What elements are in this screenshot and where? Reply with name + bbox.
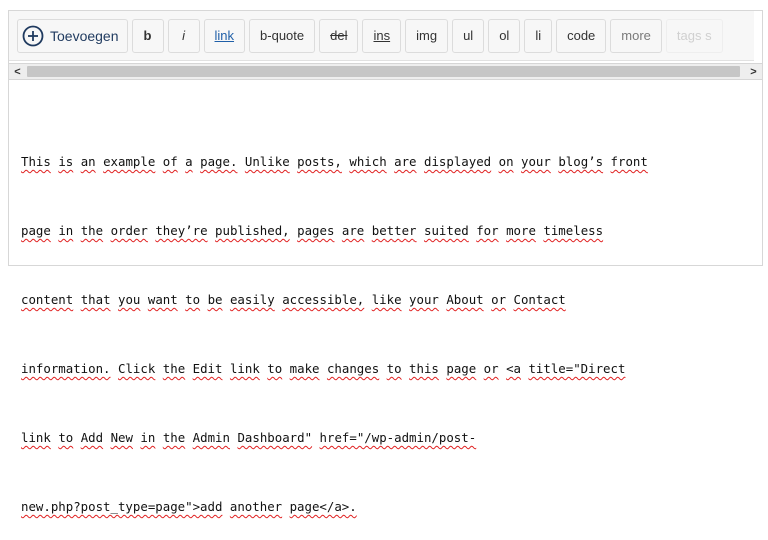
spellcheck-word: published,: [215, 223, 290, 238]
spellcheck-word: the: [80, 223, 104, 238]
spellcheck-word: Click: [118, 361, 156, 376]
spellcheck-word: Add: [80, 430, 104, 445]
spellcheck-word: to: [58, 430, 74, 445]
spellcheck-word: want: [147, 292, 178, 307]
tags-button[interactable]: tags s: [665, 18, 723, 53]
spellcheck-word: suited: [423, 223, 469, 238]
spellcheck-word: to: [386, 361, 402, 376]
spellcheck-word: on: [498, 154, 514, 169]
text-line: page in the order they’re published, pag…: [21, 219, 756, 242]
spellcheck-word: in: [58, 223, 74, 238]
spellcheck-word: Unlike: [244, 154, 290, 169]
spellcheck-word: page</a>.: [289, 499, 357, 514]
ol-button[interactable]: ol: [488, 18, 521, 53]
add-media-button[interactable]: Toevoegen: [17, 18, 128, 53]
quicktags-toolbar: Toevoegen b i link b-quote del ins img u…: [9, 11, 754, 61]
spellcheck-word: front: [610, 154, 648, 169]
spellcheck-word: you: [118, 292, 141, 307]
scrollbar-thumb[interactable]: [27, 66, 740, 77]
spellcheck-word: easily: [229, 292, 275, 307]
spellcheck-word: that: [80, 292, 111, 307]
spellcheck-word: another: [229, 499, 283, 514]
spellcheck-word: blog’s: [558, 154, 604, 169]
spellcheck-word: This: [21, 154, 51, 169]
spellcheck-word: Admin: [192, 430, 230, 445]
ul-button[interactable]: ul: [452, 18, 485, 53]
spellcheck-word: accessible,: [282, 292, 365, 307]
blockquote-button[interactable]: b-quote: [249, 18, 316, 53]
add-media-label: Toevoegen: [50, 27, 119, 44]
spellcheck-word: the: [162, 430, 186, 445]
scroll-left-arrow-icon[interactable]: <: [9, 64, 26, 79]
spellcheck-word: href="/wp-admin/post-: [319, 430, 477, 445]
spellcheck-word: are: [341, 223, 365, 238]
spellcheck-word: information.: [21, 361, 111, 376]
spellcheck-word: like: [371, 292, 402, 307]
link-button[interactable]: link: [203, 18, 246, 53]
spellcheck-word: posts,: [297, 154, 342, 169]
img-button[interactable]: img: [405, 18, 449, 53]
spellcheck-word: example: [103, 154, 156, 169]
spellcheck-word: or: [483, 361, 499, 376]
spellcheck-word: to: [185, 292, 201, 307]
spellcheck-word: About: [446, 292, 484, 307]
spellcheck-word: order: [110, 223, 148, 238]
spellcheck-word: timeless: [543, 223, 604, 238]
spellcheck-word: they’re: [155, 223, 208, 238]
spellcheck-word: your: [409, 292, 439, 307]
spellcheck-word: new.php?post_type=page">add: [21, 499, 223, 514]
spellcheck-word: or: [491, 292, 507, 307]
plus-circle-icon: [22, 25, 44, 46]
spellcheck-word: your: [521, 154, 551, 169]
spellcheck-word: Contact: [513, 292, 566, 307]
spellcheck-word: is: [58, 154, 74, 169]
spellcheck-word: the: [162, 361, 186, 376]
spellcheck-word: link: [229, 361, 260, 376]
spellcheck-word: page: [21, 223, 51, 238]
italic-button[interactable]: i: [167, 18, 200, 53]
spellcheck-word: Dashboard": [237, 430, 313, 445]
text-line: content that you want to be easily acces…: [21, 288, 756, 311]
more-button[interactable]: more: [610, 18, 662, 53]
spellcheck-word: Edit: [192, 361, 223, 376]
spellcheck-word: title="Direct: [528, 361, 626, 376]
spellcheck-word: in: [140, 430, 156, 445]
spellcheck-word: better: [371, 223, 417, 238]
spellcheck-word: more: [506, 223, 536, 238]
spellcheck-word: which: [349, 154, 387, 169]
spellcheck-word: an: [80, 154, 96, 169]
del-button[interactable]: del: [319, 18, 359, 53]
spellcheck-word: are: [394, 154, 417, 169]
editor-textarea[interactable]: This is an example of a page. Unlike pos…: [21, 104, 756, 540]
spellcheck-word: of: [162, 154, 178, 169]
bold-button[interactable]: b: [131, 18, 164, 53]
spellcheck-word: this: [409, 361, 439, 376]
spellcheck-word: pages: [297, 223, 335, 238]
text-line: new.php?post_type=page">add another page…: [21, 495, 756, 518]
text-line: link to Add New in the Admin Dashboard" …: [21, 426, 756, 449]
spellcheck-word: to: [267, 361, 283, 376]
spellcheck-word: page: [446, 361, 477, 376]
spellcheck-word: for: [476, 223, 499, 238]
spellcheck-word: page.: [200, 154, 238, 169]
spellcheck-word: be: [207, 292, 223, 307]
spellcheck-word: content: [21, 292, 74, 307]
spellcheck-word: <a: [506, 361, 521, 376]
spellcheck-word: a: [185, 154, 193, 169]
li-button[interactable]: li: [524, 18, 553, 53]
spellcheck-word: New: [110, 430, 133, 445]
spellcheck-word: changes: [326, 361, 380, 376]
spellcheck-word: displayed: [424, 154, 492, 169]
ins-button[interactable]: ins: [362, 18, 402, 53]
code-button[interactable]: code: [556, 18, 607, 53]
horizontal-scrollbar[interactable]: < >: [9, 63, 762, 80]
text-editor: Toevoegen b i link b-quote del ins img u…: [8, 10, 763, 514]
text-line: This is an example of a page. Unlike pos…: [21, 150, 756, 173]
spellcheck-word: make: [289, 361, 320, 376]
spellcheck-word: link: [21, 430, 51, 445]
scroll-right-arrow-icon[interactable]: >: [745, 64, 762, 79]
text-line: information. Click the Edit link to make…: [21, 357, 756, 380]
